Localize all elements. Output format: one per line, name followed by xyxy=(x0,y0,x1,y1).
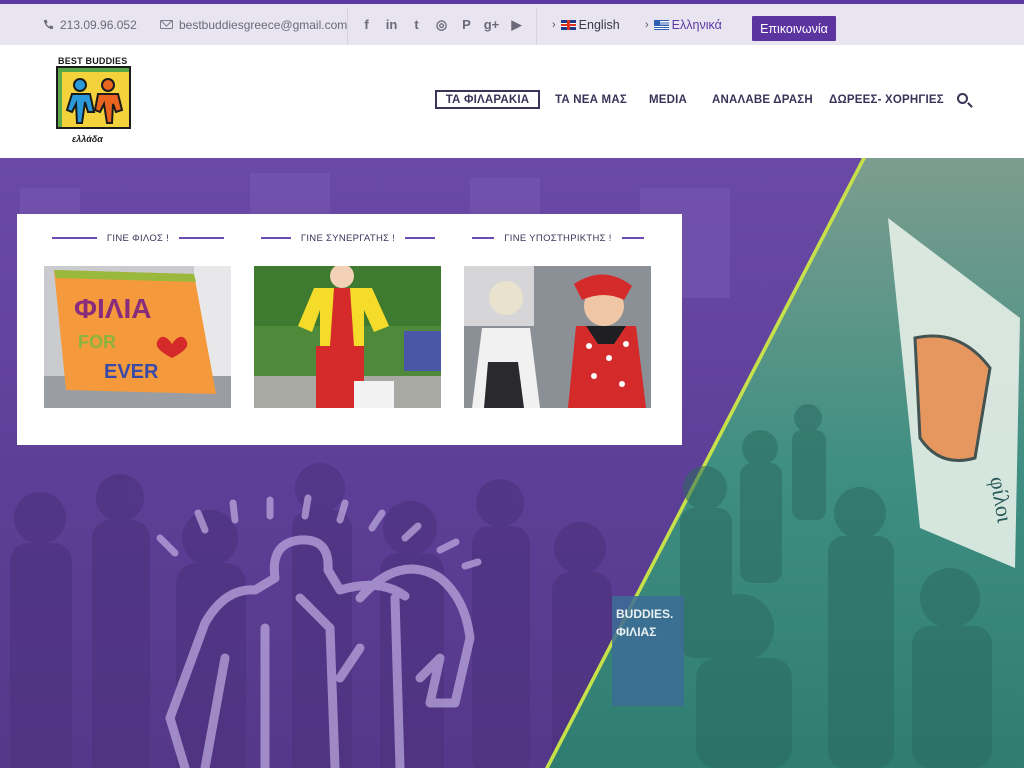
divider-line xyxy=(51,237,97,239)
get-involved-card: ΓΙΝΕ ΦΙΛΟΣ ! ΦΙΛΙΑ FOR EVER ΓΙΝΕ ΣΥΝΕΡΓΑ… xyxy=(17,214,682,445)
divider xyxy=(347,8,348,45)
divider-line xyxy=(179,237,225,239)
uk-flag-icon xyxy=(560,19,576,30)
logo-top-text: BEST BUDDIES xyxy=(58,56,128,66)
column-title: ΓΙΝΕ ΥΠΟΣΤΗΡΙΚΤΗΣ ! xyxy=(464,231,652,245)
photo-filia-for-ever-sign[interactable]: ΦΙΛΙΑ FOR EVER xyxy=(44,266,231,408)
envelope-icon xyxy=(160,20,173,29)
youtube-icon[interactable]: ▶ xyxy=(504,17,529,33)
language-english[interactable]: › English xyxy=(552,4,620,45)
banner-text-1: BUDDIES. xyxy=(616,607,673,621)
facebook-icon[interactable]: f xyxy=(354,17,379,33)
sign-text-3: EVER xyxy=(104,361,159,383)
phone-contact[interactable]: 213.09.96.052 xyxy=(43,4,137,45)
language-greek[interactable]: › Ελληνικά xyxy=(645,4,722,45)
divider-line xyxy=(472,237,495,239)
nav-analave-drasi[interactable]: ΑΝΑΛΑΒΕ ΔΡΑΣΗ xyxy=(712,90,813,109)
language-greek-label: Ελληνικά xyxy=(671,17,722,32)
column-title-text[interactable]: ΓΙΝΕ ΥΠΟΣΤΗΡΙΚΤΗΣ ! xyxy=(504,233,612,244)
twitter-icon[interactable]: t xyxy=(404,17,429,33)
nav-ta-filarakia[interactable]: ΤΑ ΦΙΛΑΡΑΚΙΑ xyxy=(435,90,540,109)
flag-figures xyxy=(913,334,992,462)
divider xyxy=(536,8,537,45)
divider-line xyxy=(260,237,291,239)
divider-line xyxy=(621,237,644,239)
nav-ta-nea-mas[interactable]: ΤΑ ΝΕΑ ΜΑΣ xyxy=(555,90,627,109)
instagram-icon[interactable]: ◎ xyxy=(429,17,454,33)
nav-media[interactable]: MEDIA xyxy=(649,90,687,109)
email-contact[interactable]: bestbuddiesgreece@gmail.com xyxy=(160,4,347,45)
search-icon[interactable] xyxy=(957,93,968,104)
language-english-label: English xyxy=(578,17,620,32)
top-bar: 213.09.96.052 bestbuddiesgreece@gmail.co… xyxy=(0,4,1024,45)
column-title: ΓΙΝΕ ΣΥΝΕΡΓΑΤΗΣ ! xyxy=(254,231,442,245)
social-icons-row: f in t ◎ Pg+ ▶ xyxy=(354,17,529,33)
linkedin-icon[interactable]: in xyxy=(379,17,404,33)
chevron-right-icon: › xyxy=(645,18,649,31)
banner-text-2: ΦΙΛΙΑΣ xyxy=(616,625,656,639)
greece-flag-icon xyxy=(653,19,669,30)
photo-clown-costume[interactable] xyxy=(254,266,441,408)
social-links: f in t ◎ Pg+ ▶ xyxy=(354,4,529,45)
sign-text-1: ΦΙΛΙΑ xyxy=(74,293,151,324)
chevron-right-icon: › xyxy=(552,18,556,31)
best-buddies-logo[interactable]: BEST BUDDIES ελλάδα xyxy=(56,56,134,144)
column-title-text[interactable]: ΓΙΝΕ ΦΙΛΟΣ ! xyxy=(107,233,169,244)
email-address: bestbuddiesgreece@gmail.com xyxy=(179,17,348,32)
pinterest-icon[interactable]: P xyxy=(454,17,479,33)
google-plus-icon[interactable]: g+ xyxy=(479,17,504,33)
sign-text-2: FOR xyxy=(78,332,116,352)
logo-bottom-text: ελλάδα xyxy=(72,134,103,144)
column-title: ΓΙΝΕ ΦΙΛΟΣ ! xyxy=(44,231,232,245)
phone-number: 213.09.96.052 xyxy=(60,17,137,32)
site-header: BEST BUDDIES ελλάδα ΤΑ ΦΙΛΑΡΑΚΙΑ ΤΑ ΝΕΑ … xyxy=(0,45,1024,158)
nav-dorees-xorigies[interactable]: ΔΩΡΕΕΣ- ΧΟΡΗΓΙΕΣ xyxy=(829,90,944,109)
column-title-text[interactable]: ΓΙΝΕ ΣΥΝΕΡΓΑΤΗΣ ! xyxy=(301,233,395,244)
divider-line xyxy=(405,237,436,239)
logo-figures-icon xyxy=(56,66,131,129)
contact-button[interactable]: Επικοινωνία xyxy=(752,16,836,41)
photo-face-painting[interactable] xyxy=(464,266,651,408)
phone-icon xyxy=(43,19,54,30)
